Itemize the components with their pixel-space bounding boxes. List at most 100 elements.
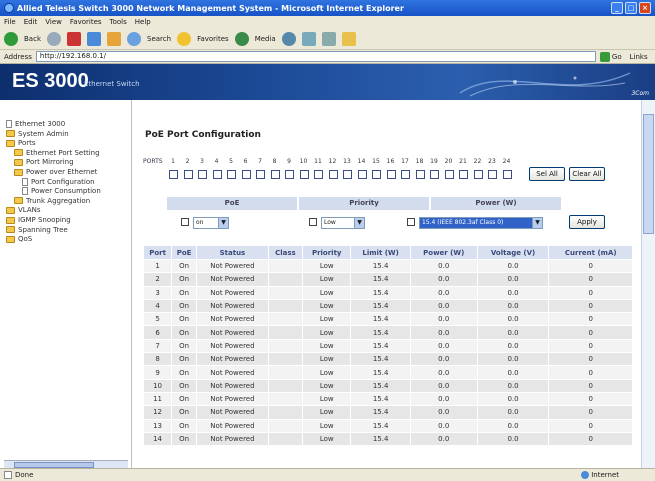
column-header[interactable]: Voltage (V) [476,245,550,260]
port-checkbox[interactable] [372,170,381,179]
apply-button[interactable]: Apply [569,215,605,229]
poe-select[interactable]: on ▼ [193,217,229,229]
port-checkbox[interactable] [256,170,265,179]
column-header[interactable]: Status [196,245,269,260]
column-header[interactable]: Class [267,245,304,260]
port-number-label: 11 [314,158,322,165]
poe-enable-checkbox[interactable] [181,218,189,226]
priority-enable-checkbox[interactable] [309,218,317,226]
column-header[interactable]: Current (mA) [548,245,633,260]
port-checkbox[interactable] [430,170,439,179]
port-checkbox[interactable] [357,170,367,179]
sidebar-item[interactable]: Spanning Tree [6,226,68,234]
app-banner: ES 3000 Ethernet Switch 3Com [0,64,655,100]
media-button-label[interactable]: Media [255,35,276,43]
favorites-button-label[interactable]: Favorites [197,35,229,43]
port-checkbox[interactable] [459,170,468,179]
port-checkbox[interactable] [169,170,178,179]
power-enable-checkbox[interactable] [407,218,415,226]
port-checkbox[interactable] [183,170,193,179]
sidebar-item[interactable]: Power over Ethernet [14,168,97,176]
port-checkbox[interactable] [299,170,309,179]
port-number-label: 6 [243,158,248,165]
sidebar-item[interactable]: System Admin [6,130,69,138]
clear-all-button[interactable]: Clear All [569,167,605,181]
menu-file[interactable]: File [4,18,16,26]
sidebar-item[interactable]: Ethernet Port Setting [14,149,100,157]
stop-icon[interactable] [67,31,81,46]
sidebar-item[interactable]: Ethernet 3000 [6,120,65,128]
menu-tools[interactable]: Tools [110,18,127,26]
close-button[interactable]: × [639,2,651,14]
print-icon[interactable] [321,31,336,46]
port-checkbox[interactable] [502,170,512,179]
sidebar-item[interactable]: QoS [6,235,32,243]
menu-edit[interactable]: Edit [24,18,38,26]
port-checkbox[interactable] [285,170,294,179]
table-cell: Not Powered [196,431,269,447]
table-cell: Not Powered [196,338,269,354]
sidebar-item[interactable]: Port Configuration [22,177,95,186]
mail-icon[interactable] [301,31,316,46]
column-header[interactable]: Power (W) [409,245,478,260]
poe-select-value: on [196,219,204,226]
home-icon[interactable] [107,31,121,46]
table-cell: 15.4 [350,431,411,447]
table-cell: 0 [548,431,633,447]
sidebar-item[interactable]: Ports [6,139,36,147]
links-label[interactable]: Links [630,53,648,61]
port-checkbox[interactable] [241,170,251,179]
port-checkbox[interactable] [343,170,352,179]
vertical-scrollbar[interactable] [641,100,655,468]
sidebar-item[interactable]: IGMP Snooping [6,216,71,224]
folder-icon[interactable] [341,31,356,46]
address-bar: Address http://192.168.0.1/ Go Links [0,50,655,64]
port-checkbox[interactable] [270,170,280,179]
port-checkbox[interactable] [314,170,323,179]
port-checkbox[interactable] [212,170,222,179]
minimize-button[interactable]: _ [611,2,623,14]
address-input[interactable]: http://192.168.0.1/ [35,51,596,62]
forward-arrow-icon[interactable] [47,31,61,46]
menu-view[interactable]: View [45,18,62,26]
select-all-button[interactable]: Sel All [529,167,565,181]
column-header[interactable]: Priority [301,245,352,260]
port-checkbox[interactable] [473,170,483,179]
port-checkbox[interactable] [401,170,410,179]
column-header[interactable]: PoE [171,245,198,260]
port-checkbox[interactable] [227,170,236,179]
menu-favorites[interactable]: Favorites [70,18,102,26]
sidebar-item[interactable]: Port Mirroring [14,158,74,166]
maximize-button[interactable]: □ [625,2,637,14]
port-checkbox[interactable] [444,170,454,179]
priority-select[interactable]: Low ▼ [321,217,365,229]
table-cell: Low [301,418,352,433]
go-button-label[interactable]: Go [612,53,622,61]
port-checkbox[interactable] [415,170,425,179]
column-header[interactable]: Limit (W) [350,245,411,260]
history-icon[interactable] [281,31,296,46]
back-arrow-icon[interactable] [4,31,18,46]
table-row: 13 On Not Powered Low 15.4 0.0 0.0 0 [142,418,633,433]
refresh-icon[interactable] [87,31,101,46]
sidebar-horizontal-scrollbar[interactable] [4,460,128,468]
table-cell [267,378,304,393]
sidebar-item[interactable]: Trunk Aggregation [14,197,90,205]
power-select[interactable]: 15.4 (IEEE 802.3af Class 0) ▼ [419,217,543,229]
column-header[interactable]: Port [142,245,173,260]
back-button-label[interactable]: Back [24,35,41,43]
port-checkbox[interactable] [328,170,338,179]
search-icon[interactable] [127,31,141,46]
port-checkbox[interactable] [198,170,207,179]
sidebar-item[interactable]: Power Consumption [22,187,101,196]
sidebar-item[interactable]: VLANs [6,206,41,214]
scrollbar-thumb[interactable] [643,114,654,234]
port-checkbox[interactable] [488,170,497,179]
media-icon[interactable] [234,31,249,46]
go-arrow-icon[interactable] [599,51,610,62]
sidebar-item-label: Port Mirroring [26,158,74,167]
favorites-star-icon[interactable] [177,31,192,46]
search-button-label[interactable]: Search [147,35,171,43]
port-checkbox[interactable] [386,170,396,179]
menu-help[interactable]: Help [135,18,151,26]
